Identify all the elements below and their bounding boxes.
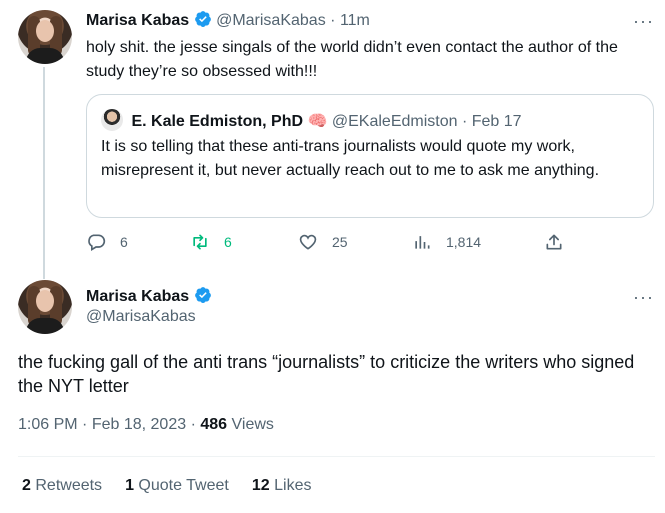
views-label: Views bbox=[231, 416, 274, 433]
avatar[interactable] bbox=[18, 10, 72, 64]
tweet-date[interactable]: Feb 18, 2023 bbox=[92, 416, 186, 433]
views-count: 486 bbox=[200, 416, 228, 433]
like-button[interactable]: 25 bbox=[298, 232, 348, 252]
views-count: 1,814 bbox=[446, 234, 482, 250]
quoted-author-name: E. Kale Edmiston, PhD bbox=[131, 113, 304, 130]
brain-emoji-icon: 🧠 bbox=[307, 113, 328, 130]
more-horizontal-icon[interactable]: ··· bbox=[633, 288, 654, 306]
retweets-count: 2 bbox=[22, 477, 31, 494]
likes-label: Likes bbox=[274, 477, 312, 494]
retweet-icon bbox=[193, 234, 207, 250]
quote-tweets-label: Quote Tweet bbox=[138, 477, 229, 494]
quoted-tweet-header: E. Kale Edmiston, PhD 🧠 @EKaleEdmiston ·… bbox=[101, 109, 522, 131]
quoted-tweet-text: It is so telling that these anti-trans j… bbox=[101, 138, 600, 179]
tweet-time[interactable]: 1:06 PM bbox=[18, 416, 78, 433]
separator-dot: · bbox=[461, 113, 468, 130]
like-count: 25 bbox=[332, 234, 348, 250]
share-button[interactable] bbox=[544, 232, 564, 252]
tweet-header: Marisa Kabas bbox=[86, 286, 212, 306]
separator-dot: · bbox=[190, 416, 196, 433]
retweet-button[interactable]: 6 bbox=[190, 232, 232, 252]
quote-tweets-count: 1 bbox=[125, 477, 134, 494]
retweet-count: 6 bbox=[224, 234, 232, 250]
tweet-stats: 2 Retweets 1 Quote Tweet 12 Likes bbox=[22, 477, 311, 495]
divider bbox=[18, 456, 655, 457]
thread-connector-line bbox=[43, 67, 45, 279]
separator-dot: · bbox=[82, 416, 88, 433]
quote-tweets-link[interactable]: 1 Quote Tweet bbox=[125, 477, 229, 495]
tweet-text: the fucking gall of the anti trans “jour… bbox=[18, 352, 635, 396]
more-horizontal-icon[interactable]: ··· bbox=[633, 12, 654, 30]
retweets-label: Retweets bbox=[35, 477, 103, 494]
tweet-meta: 1:06 PM · Feb 18, 2023 · 486 Views bbox=[18, 416, 274, 434]
share-icon bbox=[546, 234, 562, 250]
verified-badge-icon bbox=[194, 287, 211, 303]
tweet-action-bar: 6 6 25 1,814 bbox=[86, 232, 566, 254]
bar-chart-icon bbox=[415, 236, 430, 249]
author-name[interactable]: Marisa Kabas bbox=[86, 12, 189, 29]
reply-icon bbox=[88, 234, 106, 251]
quoted-author-handle: @EKaleEdmiston bbox=[331, 113, 458, 130]
reply-count: 6 bbox=[120, 234, 128, 250]
quoted-author-avatar bbox=[101, 109, 123, 131]
tweet-time[interactable]: 11m bbox=[340, 12, 370, 29]
heart-icon bbox=[299, 234, 317, 250]
author-handle[interactable]: @MarisaKabas bbox=[86, 308, 196, 326]
reply-button[interactable]: 6 bbox=[86, 232, 128, 252]
quoted-tweet[interactable]: E. Kale Edmiston, PhD 🧠 @EKaleEdmiston ·… bbox=[86, 94, 654, 218]
views-button[interactable]: 1,814 bbox=[412, 232, 481, 252]
verified-badge-icon bbox=[194, 11, 211, 27]
author-name[interactable]: Marisa Kabas bbox=[86, 288, 189, 305]
tweet-text: holy shit. the jesse singals of the worl… bbox=[86, 39, 618, 80]
likes-link[interactable]: 12 Likes bbox=[252, 477, 312, 495]
author-handle[interactable]: @MarisaKabas bbox=[216, 12, 326, 29]
separator-dot: · bbox=[330, 12, 336, 29]
avatar[interactable] bbox=[18, 280, 72, 334]
retweets-link[interactable]: 2 Retweets bbox=[22, 477, 102, 495]
likes-count: 12 bbox=[251, 477, 270, 494]
tweet-header: Marisa Kabas @MarisaKabas · 11m bbox=[86, 10, 370, 30]
quoted-tweet-date: Feb 17 bbox=[471, 113, 522, 130]
